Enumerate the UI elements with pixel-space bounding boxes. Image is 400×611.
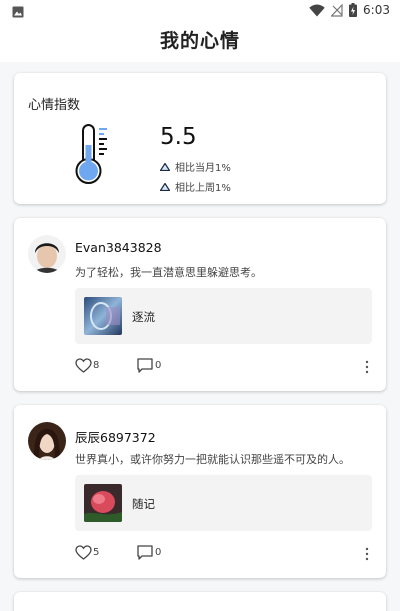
more-vert-icon[interactable] <box>365 547 369 561</box>
status-time: 6:03 <box>363 3 390 17</box>
post-reference[interactable]: 随记 <box>75 475 372 531</box>
like-button[interactable]: 5 <box>75 545 99 560</box>
image-icon <box>12 6 24 18</box>
avatar[interactable] <box>28 422 66 460</box>
like-button[interactable]: 8 <box>75 358 99 373</box>
comment-count: 0 <box>155 360 162 371</box>
app-bar: 我的心情 <box>0 24 400 62</box>
comment-button[interactable]: 0 <box>137 545 161 560</box>
post-text: 为了轻松，我一直潜意思里躲避思考。 <box>75 266 262 279</box>
comment-icon <box>137 358 153 373</box>
like-count: 5 <box>93 547 100 558</box>
post-reference[interactable]: 逐流 <box>75 288 372 344</box>
comment-button[interactable]: 0 <box>137 358 161 373</box>
reference-label: 逐流 <box>132 310 155 324</box>
wifi-icon <box>309 3 325 16</box>
content-scroll[interactable]: 心情指数 5.5 相比当月1% 相比上周1% Evan3843828 为了轻松，… <box>0 62 400 611</box>
status-bar: 6:03 <box>0 0 400 24</box>
like-count: 8 <box>93 360 100 371</box>
thermometer-icon <box>75 124 107 184</box>
more-vert-icon[interactable] <box>365 360 369 374</box>
mood-score: 5.5 <box>160 124 197 150</box>
post-text: 世界真小，或许你努力一把就能认识那些遥不可及的人。 <box>75 453 350 466</box>
compare-week: 相比上周1% <box>160 179 231 194</box>
reference-label: 随记 <box>132 497 155 511</box>
post-card[interactable]: Evan3843828 为了轻松，我一直潜意思里躲避思考。 逐流 8 0 <box>14 218 386 391</box>
triangle-up-icon <box>160 182 170 191</box>
post-actions: 8 0 <box>75 358 375 376</box>
battery-charging-icon <box>349 3 358 17</box>
triangle-up-icon <box>160 162 170 171</box>
no-signal-icon <box>331 3 343 17</box>
compare-week-label: 相比上周1% <box>175 183 231 194</box>
reference-thumbnail <box>84 297 122 335</box>
comment-icon <box>137 545 153 560</box>
post-card-partial[interactable] <box>14 592 386 611</box>
post-actions: 5 0 <box>75 545 375 563</box>
heart-icon <box>75 545 92 560</box>
compare-month: 相比当月1% <box>160 159 231 174</box>
page-title: 我的心情 <box>159 30 240 52</box>
compare-month-label: 相比当月1% <box>175 163 231 174</box>
post-username[interactable]: Evan3843828 <box>75 240 162 255</box>
reference-thumbnail <box>84 484 122 522</box>
avatar[interactable] <box>28 235 66 273</box>
post-username[interactable]: 辰辰6897372 <box>75 427 156 446</box>
mood-card-title: 心情指数 <box>28 98 81 113</box>
mood-index-card: 心情指数 5.5 相比当月1% 相比上周1% <box>14 73 386 204</box>
comment-count: 0 <box>155 547 162 558</box>
post-card[interactable]: 辰辰6897372 世界真小，或许你努力一把就能认识那些遥不可及的人。 随记 5 <box>14 405 386 578</box>
heart-icon <box>75 358 92 373</box>
